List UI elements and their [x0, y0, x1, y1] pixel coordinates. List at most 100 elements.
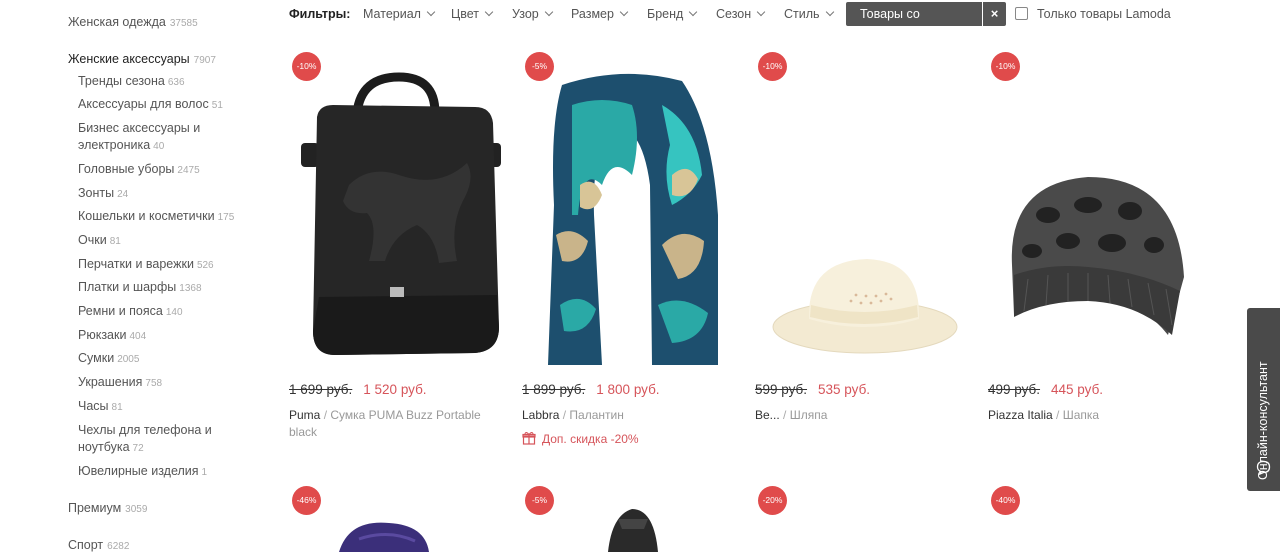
- filter-season[interactable]: Сезон: [716, 7, 766, 21]
- product-card[interactable]: -5% 1 899 руб. 1 800 руб. Labbra / Палант…: [522, 45, 737, 465]
- filter-pattern[interactable]: Узор: [512, 7, 553, 21]
- sidebar-item-sport[interactable]: Спорт 6282: [68, 538, 129, 552]
- gift-icon: [522, 431, 536, 445]
- sidebar-subitem-trends[interactable]: Тренды сезона 636: [78, 73, 248, 91]
- sidebar-item-count: 24: [117, 189, 129, 200]
- sidebar-item-label: Женские аксессуары: [68, 52, 190, 66]
- sidebar-item-count: 1368: [179, 283, 202, 294]
- chevron-down-icon: [544, 7, 553, 17]
- sidebar-item-count: 81: [111, 402, 123, 413]
- sale-price: 1 520 руб.: [363, 382, 427, 397]
- sidebar-item-label: Рюкзаки: [78, 328, 127, 342]
- sidebar-item-label: Платки и шарфы: [78, 280, 177, 294]
- sidebar-item-label: Ремни и пояса: [78, 304, 163, 318]
- product-name[interactable]: Labbra / Палантин: [522, 407, 737, 424]
- filter-label: Бренд: [647, 7, 684, 21]
- sidebar-item-count: 1: [201, 467, 208, 478]
- discount-filter-chip[interactable]: Товары со скидкой: [846, 2, 982, 45]
- sidebar-item-label: Тренды сезона: [78, 74, 165, 88]
- sidebar-subitem-fine-jewelry[interactable]: Ювелирные изделия 1: [78, 463, 248, 481]
- lamoda-only-checkbox[interactable]: Только товары Lamoda: [1015, 7, 1171, 21]
- product-type: Шапка: [1062, 408, 1100, 422]
- sidebar-item-label: Премиум: [68, 501, 122, 515]
- old-price: 1 699 руб.: [289, 382, 353, 397]
- sidebar-item-label: Зонты: [78, 186, 115, 200]
- product-name[interactable]: Piazza Italia / Шапка: [988, 407, 1203, 424]
- discount-badge: -5%: [525, 486, 554, 515]
- sidebar-item-count: 2005: [117, 354, 140, 365]
- product-brand: Piazza Italia: [988, 408, 1053, 422]
- hat-image: [772, 259, 958, 354]
- sidebar-item-label: Аксессуары для волос: [78, 97, 209, 111]
- checkbox-box[interactable]: [1015, 7, 1028, 20]
- product-card[interactable]: -46%: [289, 479, 504, 552]
- price-block: 499 руб. 445 руб.: [988, 382, 1103, 397]
- filter-label: Сезон: [716, 7, 752, 21]
- sidebar-item-label: Спорт: [68, 538, 104, 552]
- sidebar-item-label: Ювелирные изделия: [78, 464, 199, 478]
- sidebar-subitem-gloves[interactable]: Перчатки и варежки 526: [78, 256, 248, 274]
- sidebar-subitem-belts[interactable]: Ремни и пояса 140: [78, 303, 248, 321]
- sidebar-item-label: Украшения: [78, 375, 143, 389]
- sidebar-subitem-bags[interactable]: Сумки 2005: [78, 350, 248, 368]
- product-type: Палантин: [569, 408, 624, 422]
- filter-color[interactable]: Цвет: [451, 7, 494, 21]
- sidebar-subitem-watches[interactable]: Часы 81: [78, 398, 248, 416]
- extra-discount[interactable]: Доп. скидка -20%: [522, 431, 639, 446]
- sidebar-subitem-hair-accessories[interactable]: Аксессуары для волос 51: [78, 96, 248, 114]
- sidebar-item-count: 6282: [107, 541, 130, 552]
- filter-material[interactable]: Материал: [363, 7, 436, 21]
- filter-label: Стиль: [784, 7, 820, 21]
- sidebar-subitem-business[interactable]: Бизнес аксессуары и электроника 40: [78, 120, 218, 155]
- product-name[interactable]: Be... / Шляпа: [755, 407, 970, 424]
- discount-badge: -5%: [525, 52, 554, 81]
- online-consultant-label: Онлайн-консультант: [1256, 361, 1270, 480]
- filters-title: Фильтры:: [289, 7, 351, 21]
- sidebar-subitem-umbrellas[interactable]: Зонты 24: [78, 185, 248, 203]
- filter-style[interactable]: Стиль: [784, 7, 834, 21]
- discount-badge: -10%: [758, 52, 787, 81]
- sidebar-item-count: 2475: [177, 165, 200, 176]
- filter-label: Узор: [512, 7, 539, 21]
- product-brand: Labbra: [522, 408, 560, 422]
- bag-image: [301, 72, 501, 355]
- product-brand: Be...: [755, 408, 780, 422]
- sidebar-subitem-backpacks[interactable]: Рюкзаки 404: [78, 327, 248, 345]
- sidebar-subitem-wallets[interactable]: Кошельки и косметички 175: [78, 208, 248, 226]
- product-card[interactable]: -40%: [988, 479, 1203, 552]
- chevron-down-icon: [689, 7, 698, 17]
- sidebar-item-premium[interactable]: Премиум 3059: [68, 501, 147, 515]
- close-icon[interactable]: ×: [983, 2, 1006, 26]
- product-card[interactable]: -10% 499 руб. 445 руб. Piazza Italia / Ша…: [988, 45, 1203, 465]
- sidebar-item-label: Перчатки и варежки: [78, 257, 194, 271]
- online-consultant-tab[interactable]: Онлайн-консультант: [1247, 308, 1280, 491]
- product-card[interactable]: -10% 599 руб. 535 руб. Be... / Шляпа: [755, 45, 970, 465]
- product-card[interactable]: -10% 1 699 руб. 1 520 руб. Puma / Сумка P…: [289, 45, 504, 465]
- chevron-down-icon: [619, 7, 629, 17]
- sidebar-subitem-scarves[interactable]: Платки и шарфы 1368: [78, 279, 248, 297]
- price-block: 1 899 руб. 1 800 руб.: [522, 382, 660, 397]
- sidebar-item-label: Очки: [78, 233, 107, 247]
- sidebar-subitem-headwear[interactable]: Головные уборы 2475: [78, 161, 248, 179]
- filter-label: Цвет: [451, 7, 480, 21]
- filter-brand[interactable]: Бренд: [647, 7, 698, 21]
- sidebar-item-label: Сумки: [78, 351, 115, 365]
- sidebar-item-label: Чехлы для телефона и ноутбука: [78, 423, 212, 454]
- sidebar-subitem-cases[interactable]: Чехлы для телефона и ноутбука 72: [78, 422, 218, 457]
- sidebar-item-womens-accessories[interactable]: Женские аксессуары 7907: [68, 52, 216, 66]
- sidebar-subitem-jewelry[interactable]: Украшения 758: [78, 374, 248, 392]
- sidebar-item-count: 636: [167, 77, 185, 88]
- product-card[interactable]: -20%: [755, 479, 970, 552]
- product-name[interactable]: Puma / Сумка PUMA Buzz Portable black: [289, 407, 504, 441]
- product-card[interactable]: -5%: [522, 479, 737, 552]
- filter-size[interactable]: Размер: [571, 7, 629, 21]
- old-price: 599 руб.: [755, 382, 808, 397]
- sidebar-item-womens-clothing[interactable]: Женская одежда 37585: [68, 15, 198, 29]
- sidebar-item-count: 7907: [193, 55, 216, 66]
- sidebar-subitem-glasses[interactable]: Очки 81: [78, 232, 248, 250]
- product-brand: Puma: [289, 408, 321, 422]
- filter-bar: Фильтры: Материал Цвет Узор Размер Бренд…: [289, 0, 1189, 45]
- sidebar-item-count: 40: [153, 141, 165, 152]
- sidebar-item-label: Кошельки и косметички: [78, 209, 215, 223]
- sidebar-item-count: 140: [165, 307, 183, 318]
